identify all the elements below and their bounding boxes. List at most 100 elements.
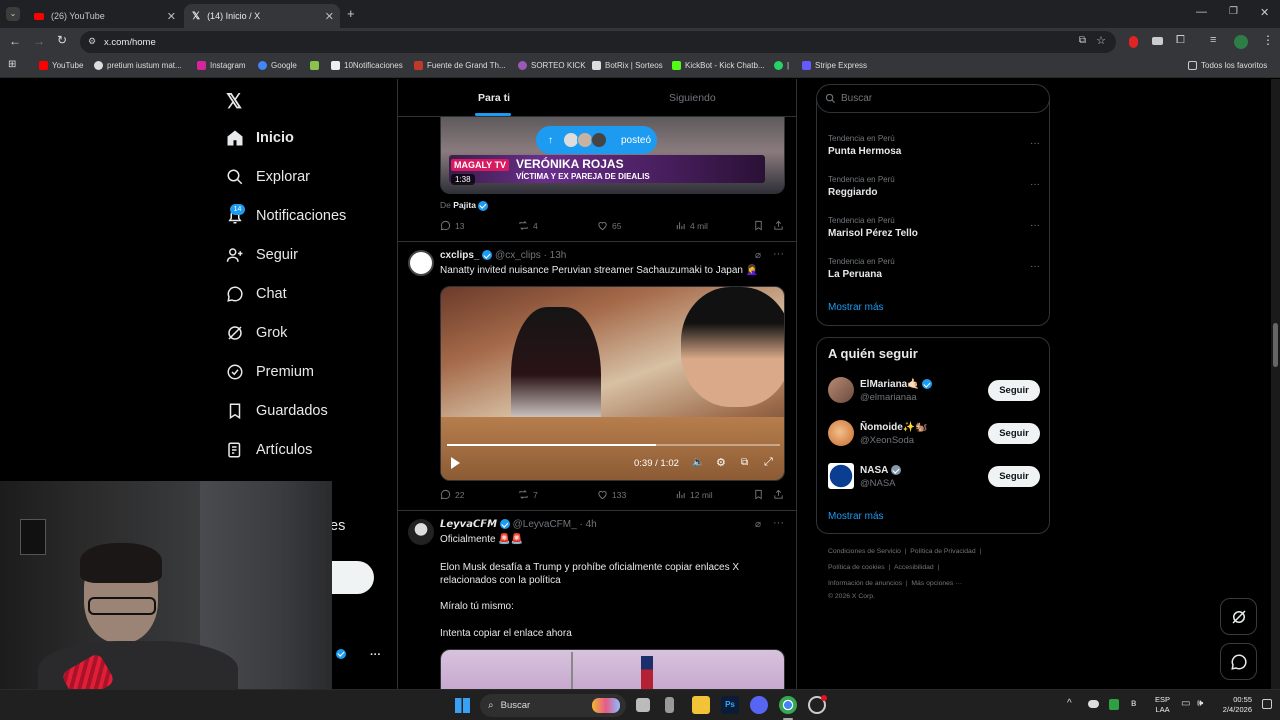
avatar[interactable] [828,377,854,403]
bookmark-fuente[interactable]: Fuente de Grand Th... [414,61,506,70]
footer-link[interactable]: Más opciones ··· [911,580,962,587]
tray-chevron-icon[interactable]: ^ [1067,698,1072,709]
extension-red-icon[interactable] [1129,36,1138,48]
taskbar-search[interactable]: ⌕ Buscar [480,694,626,717]
input-language[interactable]: ESP LAA [1155,695,1170,715]
share-button[interactable] [773,489,784,500]
bookmark-10notificaciones[interactable]: 10Notificaciones [331,61,403,70]
views-button[interactable]: 4 mil [675,220,708,231]
trend-item[interactable]: Tendencia en Perú Marisol Pérez Tello ··· [828,216,1040,239]
bookmark-kickbot[interactable]: KickBot - Kick Chatb... [672,61,765,70]
views-button[interactable]: 12 mil [675,489,713,500]
url-bar[interactable]: ⚙ x.com/home ⧉ ☆ [80,31,1116,53]
post2-video[interactable]: 0:39 / 1:02 🔈 ⚙ ⧉ ⤢ [440,286,785,481]
like-button[interactable]: 65 [597,220,621,231]
tab-youtube[interactable]: (26) YouTube ✕ [26,4,182,28]
avatar[interactable] [408,250,434,276]
grok-floating-button[interactable] [1220,598,1257,635]
repost-button[interactable]: 4 [518,220,538,231]
more-options-icon[interactable]: ··· [773,248,784,260]
windows-start-icon[interactable] [455,698,470,713]
widgets-icon[interactable] [665,697,674,713]
nav-follow[interactable]: Seguir [226,246,298,264]
repost-button[interactable]: 7 [518,489,538,500]
follow-suggestion[interactable]: NASA @NASA Seguir [828,463,1040,491]
chat-floating-button[interactable] [1220,643,1257,680]
close-tab-icon[interactable]: ✕ [167,10,176,23]
follow-suggestion[interactable]: ElMariana🤙🏻 @elmarianaa Seguir [828,377,1040,405]
follow-button[interactable]: Seguir [988,423,1040,444]
nav-chat[interactable]: Chat [226,285,287,303]
avatar[interactable] [408,519,434,545]
bookmark-google[interactable]: Google [258,61,297,70]
share-button[interactable] [773,220,784,231]
chrome-icon[interactable] [779,696,797,714]
bookmark-button[interactable] [753,489,764,500]
bookmark-button[interactable] [753,220,764,231]
reply-button[interactable]: 22 [440,489,464,500]
follow-button[interactable]: Seguir [988,466,1040,487]
footer-link[interactable]: Política de Privacidad [910,548,975,555]
task-view-icon[interactable] [636,698,650,712]
post-time[interactable]: · 4h [579,519,596,530]
avatar[interactable] [828,420,854,446]
trend-item[interactable]: Tendencia en Perú Punta Hermosa ··· [828,134,1040,157]
nav-premium[interactable]: Premium [226,363,314,381]
all-favorites[interactable]: Todos los favoritos [1188,61,1267,70]
tab-x-home[interactable]: 𝕏 (14) Inicio / X ✕ [184,4,340,28]
new-posts-pill[interactable]: ↑ posteó [536,126,657,154]
nav-more-partial-label[interactable]: es [330,518,345,534]
play-icon[interactable] [451,457,460,469]
tray-defender-icon[interactable] [1109,699,1119,710]
nav-explore[interactable]: Explorar [226,168,310,186]
close-tab-icon[interactable]: ✕ [325,10,334,23]
grok-icon[interactable]: ⌀ [755,519,761,530]
follow-suggestion[interactable]: Ñomoide✨🐿️ @XeonSoda Seguir [828,420,1040,448]
profile-avatar[interactable] [1234,35,1248,49]
bookmark-star-icon[interactable]: ☆ [1096,34,1106,47]
account-more-dots[interactable]: ··· [370,649,381,661]
x-logo[interactable]: 𝕏 [226,89,242,114]
volume-icon[interactable]: 🔈 [692,457,704,468]
tray-bluetooth-icon[interactable]: ʙ [1131,698,1136,709]
more-options-icon[interactable]: ··· [1030,179,1040,190]
post-time[interactable]: · 13h [544,250,567,261]
grok-icon[interactable]: ⌀ [755,250,761,261]
notification-center-icon[interactable] [1262,699,1272,709]
fullscreen-icon[interactable]: ⤢ [764,456,773,469]
site-info-icon[interactable]: ⚙ [88,36,96,47]
photoshop-icon[interactable]: Ps [721,696,739,714]
bookmark-whatsapp[interactable]: | [774,61,789,70]
extension-card-icon[interactable] [1152,37,1163,45]
trend-item[interactable]: Tendencia en Perú Reggiardo ··· [828,175,1040,198]
bookmark-pretium[interactable]: pretium iustum mat... [94,61,182,70]
author-name[interactable]: 𝙇𝙚𝙮𝙫𝙖𝘾𝙁𝙈 [440,519,497,530]
reply-button[interactable]: 13 [440,220,464,231]
nav-bookmarks[interactable]: Guardados [226,402,328,420]
tab-following[interactable]: Siguiendo [669,92,716,104]
more-options-icon[interactable]: ··· [1030,261,1040,272]
nav-articles[interactable]: Artículos [226,441,312,459]
page-scrollbar[interactable] [1271,79,1280,689]
network-icon[interactable]: ▭ [1181,698,1190,709]
show-more-trends-link[interactable]: Mostrar más [828,302,884,313]
new-tab-button[interactable]: + [347,6,355,21]
footer-link[interactable]: Accesibilidad [894,564,934,571]
trend-item[interactable]: Tendencia en Perú La Peruana ··· [828,257,1040,280]
like-button[interactable]: 133 [597,489,626,500]
extensions-puzzle-icon[interactable]: ⧠ [1176,34,1185,47]
forward-arrow-icon[interactable]: → [33,34,45,48]
author-handle[interactable]: @LeyvaCFM_ [513,519,577,530]
post3-image[interactable] [440,649,785,689]
footer-link[interactable]: Política de cookies [828,564,885,571]
bookmark-sorteo-kick[interactable]: SORTEO KICK [518,61,586,70]
bookmark-botrix[interactable]: BotRix | Sorteos [592,61,663,70]
discord-icon[interactable] [750,696,768,714]
browser-menu-icon[interactable]: ⋮ [1262,33,1274,47]
follow-button[interactable]: Seguir [988,380,1040,401]
bookmark-stripe[interactable]: Stripe Express [802,61,867,70]
tab-for-you[interactable]: Para ti [478,92,510,104]
tab-search-button[interactable]: ⌄ [6,7,20,21]
tray-cloud-icon[interactable] [1088,700,1099,708]
bookmark-youtube[interactable]: YouTube [39,61,83,70]
